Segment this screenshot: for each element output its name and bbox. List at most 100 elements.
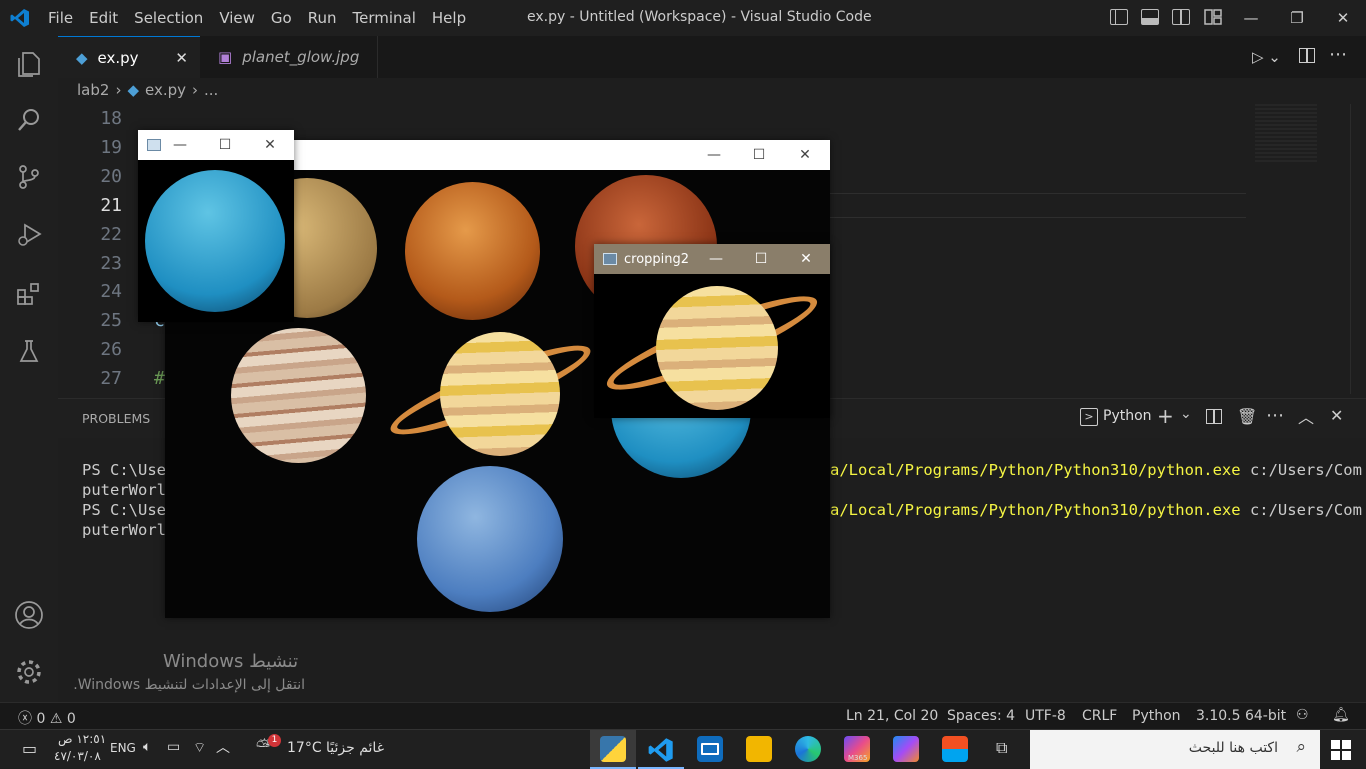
problems-status[interactable]: ⓧ 0 ⚠ 0 [18,708,76,728]
taskbar-search-box[interactable]: اكتب هنا للبحث ⌕ [1030,730,1320,769]
line-ending[interactable]: CRLF [1082,708,1117,724]
mail-icon[interactable] [697,736,723,762]
menu-file[interactable]: File [40,9,81,27]
task-view-icon[interactable]: ⧉ [996,738,1007,758]
more-actions-icon[interactable]: ⋯ [1329,44,1347,65]
taskbar-python-app[interactable] [590,730,636,769]
menu-selection[interactable]: Selection [126,9,211,27]
line-number: 19 [100,137,122,158]
feedback-icon[interactable]: ⚇ [1296,707,1309,723]
toggle-secondary-sidebar-icon[interactable] [1172,9,1190,25]
maximize-button[interactable]: ☐ [203,130,247,160]
m365-label: M365 [848,754,868,762]
line-number: 24 [100,281,122,302]
menu-terminal[interactable]: Terminal [345,9,424,27]
menu-view[interactable]: View [211,9,263,27]
line-number: 20 [100,166,122,187]
source-control-icon[interactable] [0,153,58,201]
split-terminal-icon[interactable] [1206,409,1222,424]
minimize-button[interactable]: — [694,244,738,274]
menu-run[interactable]: Run [300,9,345,27]
close-button[interactable]: ✕ [248,130,292,160]
close-window-button[interactable]: ✕ [1320,0,1366,36]
extensions-icon[interactable] [0,270,58,318]
run-debug-icon[interactable] [0,210,58,258]
close-panel-icon[interactable]: ✕ [1330,406,1343,425]
windows-taskbar: ▭ ١٢:٥١ ص ٤٧/٠٣/٠٨ ENG 🔈︎ ▭ ⌔ ︿ ⛅︎ 1 17°… [0,729,1366,769]
minimize-button[interactable]: — [1228,0,1274,36]
split-editor-icon[interactable] [1299,48,1315,63]
clock-date[interactable]: ٤٧/٠٣/٠٨ [54,749,101,763]
notifications-bell-icon[interactable]: 🔔︎ [1332,707,1350,723]
menu-edit[interactable]: Edit [81,9,126,27]
tab-planet-glow[interactable]: ▣ planet_glow.jpg [200,36,378,78]
battery-icon[interactable]: ▭ [167,739,180,755]
taskbar-vscode[interactable] [638,730,684,769]
testing-icon[interactable] [0,327,58,375]
clock-time[interactable]: ١٢:٥١ ص [58,732,106,746]
activation-title: تنشيط Windows [163,651,299,672]
menu-go[interactable]: Go [263,9,300,27]
close-button[interactable]: ✕ [783,140,827,170]
terminal-path: a/Local/Programs/Python/Python310/python… [830,501,1241,519]
windows-start-icon[interactable] [1331,740,1351,760]
window-titlebar: cropping2 — ☐ ✕ [594,244,830,274]
maximize-button[interactable]: ☐ [739,244,783,274]
input-language[interactable]: ENG [110,741,136,755]
weather-temperature[interactable]: 17°C [287,740,322,756]
python-interpreter[interactable]: 3.10.5 64-bit [1196,708,1286,724]
trash-icon[interactable]: 🗑 [1237,407,1257,426]
show-hidden-icons-icon[interactable]: ︿ [216,737,230,757]
terminal-path: a/Local/Programs/Python/Python310/python… [830,461,1241,479]
line-number: 27 [100,368,122,389]
weather-condition[interactable]: غائم جزئيًا [326,740,384,756]
terminal-line-tail: a/Local/Programs/Python/Python310/python… [830,461,1362,479]
run-python-file-icon[interactable]: ▷ ⌄ [1252,48,1281,66]
minimize-button[interactable]: — [158,130,202,160]
microsoft-store-icon[interactable] [942,736,968,762]
indentation[interactable]: Spaces: 4 [947,708,1015,724]
explorer-icon[interactable] [0,40,58,88]
customize-layout-icon[interactable] [1204,9,1222,25]
language-mode[interactable]: Python [1132,708,1181,724]
minimap[interactable] [1255,104,1317,162]
tab-ex-py[interactable]: ◆ ex.py ✕ [58,36,200,78]
python-app-icon [600,736,626,762]
tab-problems[interactable]: PROBLEMS [82,411,150,426]
warning-count: 0 [66,711,76,727]
notifications-icon[interactable]: ▭ [22,739,37,758]
code-comment: # [154,368,165,389]
copilot-icon[interactable] [893,736,919,762]
file-explorer-icon[interactable] [746,736,772,762]
chevron-down-icon[interactable]: ⌄ [1180,406,1192,422]
editor-scrollbar[interactable] [1350,104,1366,394]
breadcrumb-file[interactable]: ex.py [145,81,186,99]
maximize-button[interactable]: ☐ [737,140,781,170]
more-actions-icon[interactable]: ⋯ [1266,405,1284,426]
python-file-icon: ◆ [76,48,88,67]
window-titlebar: — ☐ ✕ [138,130,294,160]
edge-browser-icon[interactable] [795,736,821,762]
maximize-panel-icon[interactable]: ︿ [1298,404,1314,428]
new-terminal-icon[interactable]: + [1157,404,1174,428]
breadcrumb-symbol[interactable]: ... [204,81,218,99]
settings-gear-icon[interactable] [0,648,58,696]
minimize-button[interactable]: — [692,140,736,170]
error-count: 0 [36,711,46,727]
terminal-profile[interactable]: Python [1103,408,1152,424]
cropping2-window[interactable]: cropping2 — ☐ ✕ [594,244,830,418]
encoding[interactable]: UTF-8 [1025,708,1066,724]
menu-help[interactable]: Help [424,9,474,27]
account-icon[interactable] [0,591,58,639]
toggle-panel-icon[interactable] [1141,9,1159,25]
breadcrumb-folder[interactable]: lab2 [77,81,109,99]
restore-button[interactable]: ❐ [1274,0,1320,36]
volume-icon[interactable]: 🔈︎ [143,739,151,755]
search-icon[interactable] [0,96,58,144]
network-icon[interactable]: ⌔ [193,739,206,757]
toggle-sidebar-icon[interactable] [1110,9,1128,25]
opencv-small-window[interactable]: — ☐ ✕ [138,130,294,322]
cursor-position[interactable]: Ln 21, Col 20 [846,708,938,724]
close-button[interactable]: ✕ [784,244,828,274]
close-tab-icon[interactable]: ✕ [175,49,188,67]
